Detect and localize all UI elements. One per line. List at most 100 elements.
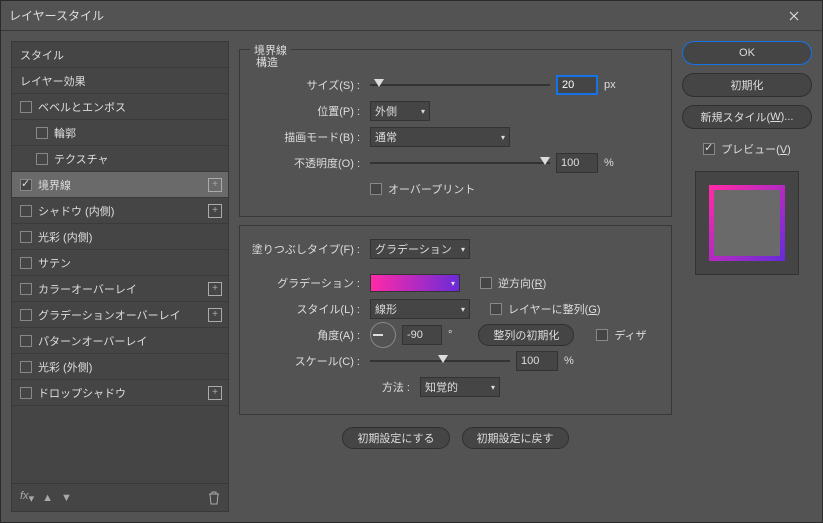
stroke-structure-fieldset: 境界線 構造 サイズ(S) : px 位置(P) : 外側▾ — [239, 49, 672, 217]
close-button[interactable] — [774, 1, 814, 31]
style-item-label: カラーオーバーレイ — [38, 281, 137, 297]
style-item-label: パターンオーバーレイ — [38, 333, 147, 349]
align-label: レイヤーに整列(G) — [508, 301, 601, 317]
preview-box — [695, 171, 799, 275]
style-item[interactable]: レイヤー効果 — [12, 68, 228, 94]
styles-header-label: スタイル — [20, 47, 64, 63]
gradstyle-row: スタイル(L) : 線形▾ レイヤーに整列(G) — [250, 296, 661, 322]
add-effect-icon[interactable]: + — [208, 386, 222, 400]
size-input[interactable] — [556, 75, 598, 95]
filltype-row: 塗りつぶしタイプ(F) : グラデーション▾ — [250, 236, 661, 262]
style-item-label: サテン — [38, 255, 71, 271]
main-panel: 境界線 構造 サイズ(S) : px 位置(P) : 外側▾ — [239, 41, 672, 512]
style-item[interactable]: 光彩 (内側) — [12, 224, 228, 250]
opacity-row: 不透明度(O) : % — [250, 150, 661, 176]
gradient-label: グラデーション : — [250, 275, 360, 291]
style-checkbox[interactable] — [36, 153, 48, 165]
add-effect-icon[interactable]: + — [208, 178, 222, 192]
style-checkbox[interactable] — [20, 257, 32, 269]
sidebar-footer: fx▾ ▲ ▼ — [12, 483, 228, 511]
move-down-icon[interactable]: ▼ — [61, 492, 72, 504]
window-title: レイヤースタイル — [9, 7, 774, 24]
style-item-label: 光彩 (内側) — [38, 229, 92, 245]
style-checkbox[interactable] — [20, 101, 32, 113]
add-effect-icon[interactable]: + — [208, 308, 222, 322]
angle-input[interactable] — [402, 325, 442, 345]
preview-label: プレビュー(V) — [721, 141, 791, 157]
angle-dial[interactable] — [370, 322, 396, 348]
reset-button[interactable]: 初期化 — [682, 73, 812, 97]
add-effect-icon[interactable]: + — [208, 282, 222, 296]
dither-checkbox[interactable] — [596, 329, 608, 341]
size-unit: px — [604, 79, 616, 91]
align-checkbox[interactable] — [490, 303, 502, 315]
style-checkbox[interactable] — [20, 361, 32, 373]
fx-menu-icon[interactable]: fx▾ — [20, 490, 34, 505]
style-item-label: 境界線 — [38, 177, 71, 193]
preview-toggle[interactable]: プレビュー(V) — [682, 141, 812, 157]
angle-row: 角度(A) : ° 整列の初期化 ディザ — [250, 322, 661, 348]
gradient-swatch[interactable]: ▾ — [370, 274, 460, 292]
preview-checkbox[interactable] — [703, 143, 715, 155]
style-item[interactable]: ベベルとエンボス — [12, 94, 228, 120]
add-effect-icon[interactable]: + — [208, 204, 222, 218]
size-slider[interactable] — [370, 78, 550, 92]
ok-button[interactable]: OK — [682, 41, 812, 65]
filltype-select[interactable]: グラデーション▾ — [370, 239, 470, 259]
method-select[interactable]: 知覚的▾ — [420, 377, 500, 397]
style-item[interactable]: 境界線 + — [12, 172, 228, 198]
gradient-row: グラデーション : ▾ 逆方向(R) — [250, 270, 661, 296]
reset-default-button[interactable]: 初期設定に戻す — [462, 427, 569, 449]
style-item[interactable]: テクスチャ — [12, 146, 228, 172]
scale-input[interactable] — [516, 351, 558, 371]
move-up-icon[interactable]: ▲ — [42, 492, 53, 504]
style-checkbox[interactable] — [20, 309, 32, 321]
style-item[interactable]: 光彩 (外側) — [12, 354, 228, 380]
style-item-label: テクスチャ — [54, 151, 109, 167]
gradstyle-label: スタイル(L) : — [250, 301, 360, 317]
style-item[interactable]: パターンオーバーレイ — [12, 328, 228, 354]
style-item-label: 輪郭 — [54, 125, 76, 141]
style-checkbox[interactable] — [20, 179, 32, 191]
reset-align-button[interactable]: 整列の初期化 — [478, 324, 574, 346]
style-checkbox[interactable] — [20, 283, 32, 295]
preview-swatch — [709, 185, 785, 261]
dither-label: ディザ — [614, 327, 646, 343]
style-item[interactable]: シャドウ (内側)+ — [12, 198, 228, 224]
reverse-checkbox[interactable] — [480, 277, 492, 289]
scale-slider[interactable] — [370, 354, 510, 368]
scale-unit: % — [564, 355, 574, 367]
position-select[interactable]: 外側▾ — [370, 101, 430, 121]
angle-label: 角度(A) : — [250, 327, 360, 343]
blendmode-label: 描画モード(B) : — [250, 129, 360, 145]
structure-label: 構造 — [256, 54, 278, 70]
blendmode-select[interactable]: 通常▾ — [370, 127, 510, 147]
style-item-label: レイヤー効果 — [20, 73, 86, 89]
styles-header[interactable]: スタイル — [12, 42, 228, 68]
trash-icon[interactable] — [208, 491, 220, 505]
style-checkbox[interactable] — [20, 387, 32, 399]
new-style-button[interactable]: 新規スタイル(W)... — [682, 105, 812, 129]
style-checkbox[interactable] — [36, 127, 48, 139]
opacity-label: 不透明度(O) : — [250, 155, 360, 171]
style-item[interactable]: カラーオーバーレイ + — [12, 276, 228, 302]
overprint-checkbox[interactable] — [370, 183, 382, 195]
opacity-input[interactable] — [556, 153, 598, 173]
style-item[interactable]: 輪郭 — [12, 120, 228, 146]
gradstyle-select[interactable]: 線形▾ — [370, 299, 470, 319]
style-checkbox[interactable] — [20, 335, 32, 347]
style-item-label: ドロップシャドウ — [38, 385, 126, 401]
opacity-slider[interactable] — [370, 156, 550, 170]
make-default-button[interactable]: 初期設定にする — [342, 427, 449, 449]
style-item[interactable]: サテン — [12, 250, 228, 276]
style-item[interactable]: ドロップシャドウ + — [12, 380, 228, 406]
style-checkbox[interactable] — [20, 231, 32, 243]
size-row: サイズ(S) : px — [250, 72, 661, 98]
titlebar: レイヤースタイル — [1, 1, 822, 31]
scale-row: スケール(C) : % — [250, 348, 661, 374]
position-row: 位置(P) : 外側▾ — [250, 98, 661, 124]
styles-list: スタイル レイヤー効果ベベルとエンボス輪郭テクスチャ境界線+シャドウ (内側)+… — [12, 42, 228, 483]
style-item-label: グラデーションオーバーレイ — [38, 307, 181, 323]
style-checkbox[interactable] — [20, 205, 32, 217]
style-item[interactable]: グラデーションオーバーレイ + — [12, 302, 228, 328]
